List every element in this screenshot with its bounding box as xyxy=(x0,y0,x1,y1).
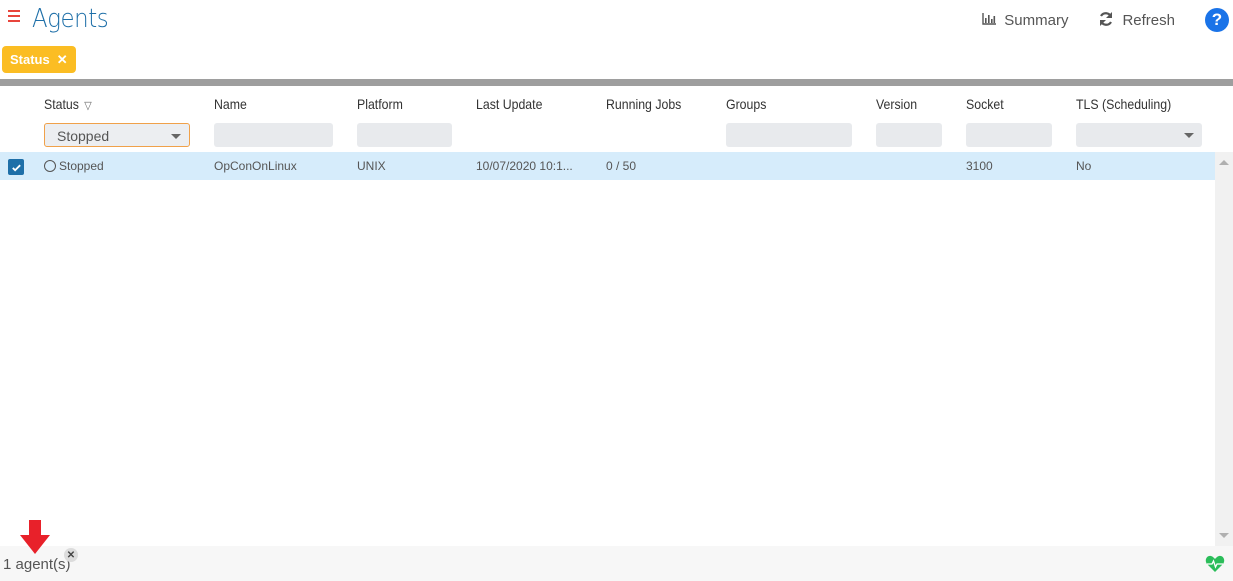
check-icon xyxy=(11,164,21,172)
filter-chip-status[interactable]: Status ✕ xyxy=(2,46,76,73)
scroll-down-arrow-icon[interactable] xyxy=(1219,533,1229,538)
column-header-platform[interactable]: Platform xyxy=(357,96,403,112)
chevron-down-icon xyxy=(1184,133,1194,138)
column-header-last-update[interactable]: Last Update xyxy=(476,96,542,112)
table-row[interactable]: Stopped OpConOnLinux UNIX 10/07/2020 10:… xyxy=(0,152,1215,180)
version-filter-input[interactable] xyxy=(876,123,942,147)
status-filter-value: Stopped xyxy=(57,128,110,144)
row-checkbox[interactable] xyxy=(8,159,24,175)
name-filter-input[interactable] xyxy=(214,123,333,147)
summary-button[interactable]: Summary xyxy=(982,12,1068,29)
grid-header: Status ▽ Name Platform Last Update Runnin… xyxy=(0,86,1233,152)
remove-filter-icon[interactable]: ✕ xyxy=(57,52,68,68)
status-text: Stopped xyxy=(59,159,104,173)
refresh-icon xyxy=(1098,11,1114,30)
platform-filter-input[interactable] xyxy=(357,123,452,147)
stopped-status-icon xyxy=(44,160,56,172)
platform-cell: UNIX xyxy=(357,159,386,173)
vertical-scrollbar[interactable] xyxy=(1215,152,1233,546)
column-header-socket[interactable]: Socket xyxy=(966,96,1004,112)
summary-label: Summary xyxy=(1004,11,1069,29)
help-icon[interactable]: ? xyxy=(1205,8,1229,32)
red-arrow-down-icon xyxy=(20,520,50,554)
page-title: Agents xyxy=(32,4,109,34)
column-header-name[interactable]: Name xyxy=(214,96,247,112)
scroll-up-arrow-icon[interactable] xyxy=(1219,160,1229,165)
chevron-down-icon xyxy=(171,134,181,139)
groups-filter-input[interactable] xyxy=(726,123,852,147)
filter-icon[interactable]: ▽ xyxy=(84,99,91,112)
column-header-version[interactable]: Version xyxy=(876,96,917,112)
refresh-label: Refresh xyxy=(1122,11,1175,29)
page-header: Agents Summary Refresh ? xyxy=(0,0,1233,44)
tls-filter-select[interactable] xyxy=(1076,123,1202,147)
status-footer: 1 agent(s) ✕ xyxy=(0,546,1233,581)
column-header-status[interactable]: Status ▽ xyxy=(44,96,92,112)
heartbeat-icon[interactable] xyxy=(1205,555,1225,573)
socket-filter-input[interactable] xyxy=(966,123,1052,147)
column-header-groups[interactable]: Groups xyxy=(726,96,766,112)
status-filter-select[interactable]: Stopped xyxy=(44,123,190,147)
name-cell: OpConOnLinux xyxy=(214,159,297,173)
filter-chip-label: Status xyxy=(10,52,50,67)
bar-chart-icon xyxy=(982,12,997,28)
refresh-button[interactable]: Refresh xyxy=(1098,11,1175,30)
status-cell: Stopped xyxy=(44,159,104,173)
grid-divider xyxy=(0,79,1233,86)
header-actions: Summary Refresh ? xyxy=(982,6,1233,34)
column-label: Status xyxy=(44,96,79,112)
last-update-cell: 10/07/2020 10:1... xyxy=(476,159,573,173)
tls-cell: No xyxy=(1076,159,1092,173)
clear-selection-icon[interactable]: ✕ xyxy=(64,548,78,562)
agent-count: 1 agent(s) xyxy=(3,556,71,573)
running-jobs-cell: 0 / 50 xyxy=(606,159,637,173)
column-header-running-jobs[interactable]: Running Jobs xyxy=(606,96,681,112)
hamburger-menu-icon[interactable] xyxy=(8,10,20,22)
socket-cell: 3100 xyxy=(966,159,993,173)
column-header-tls[interactable]: TLS (Scheduling) xyxy=(1076,96,1171,112)
